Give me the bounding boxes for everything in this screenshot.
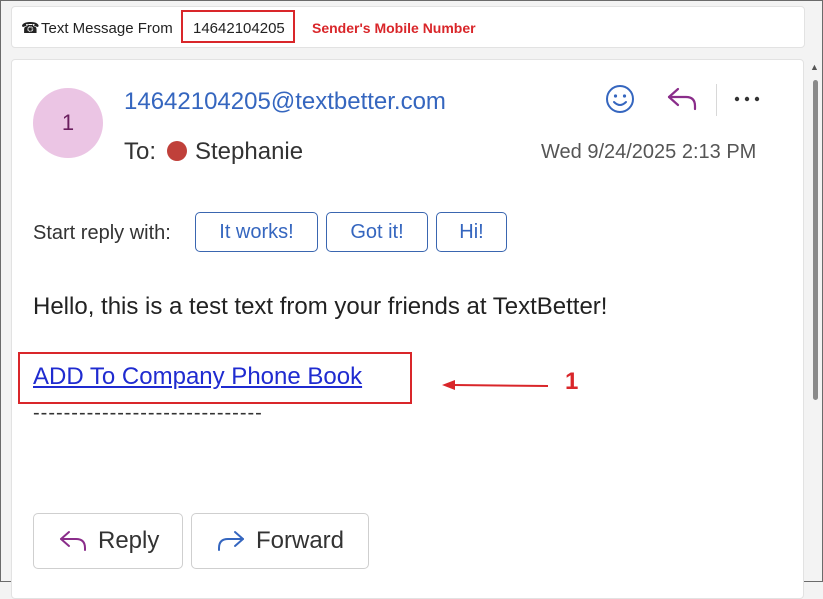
react-emoji-button[interactable] [601,80,639,118]
quick-reply-hi[interactable]: Hi! [436,212,507,252]
forward-button[interactable]: Forward [191,513,369,569]
reply-arrow-icon [667,87,697,111]
sender-annotation-label: Sender's Mobile Number [312,20,476,36]
forward-icon [218,531,244,551]
annotation-number: 1 [565,368,579,395]
link-highlight-box [18,352,412,404]
subject-prefix: Text Message From [41,20,173,37]
message-date: Wed 9/24/2025 2:13 PM [541,141,757,163]
to-label: To: [124,138,157,165]
more-horizontal-icon [734,96,760,102]
start-reply-label: Start reply with: [33,222,171,244]
quick-reply-got-it[interactable]: Got it! [326,212,428,252]
sender-number-highlight-box [181,10,295,43]
toolbar-divider [716,84,717,116]
reply-button[interactable]: Reply [33,513,183,569]
reply-icon-button[interactable] [663,80,701,118]
avatar[interactable]: 1 [33,88,103,158]
sender-email[interactable]: 14642104205@textbetter.com [124,88,446,116]
phone-icon: ☎ [21,20,40,37]
reply-icon [60,531,86,551]
presence-status-icon [167,141,187,161]
quick-reply-it-works[interactable]: It works! [195,212,318,252]
avatar-initial: 1 [61,110,75,135]
forward-label: Forward [256,527,345,554]
more-options-button[interactable] [728,80,766,118]
scroll-up-icon[interactable]: ▲ [810,62,819,72]
message-body: Hello, this is a test text from your fri… [33,293,608,320]
separator-line: ------------------------------ [33,402,263,424]
smiley-icon [606,85,634,113]
message-card: 1 14642104205@textbetter.com To: Stephan… [11,59,804,599]
subject-bar: ☎ Text Message From 14642104205 Sender's… [11,6,805,48]
reply-label: Reply [98,527,160,554]
annotation-arrow [442,380,549,390]
scroll-thumb[interactable] [813,80,818,400]
recipient-name[interactable]: Stephanie [195,138,303,166]
